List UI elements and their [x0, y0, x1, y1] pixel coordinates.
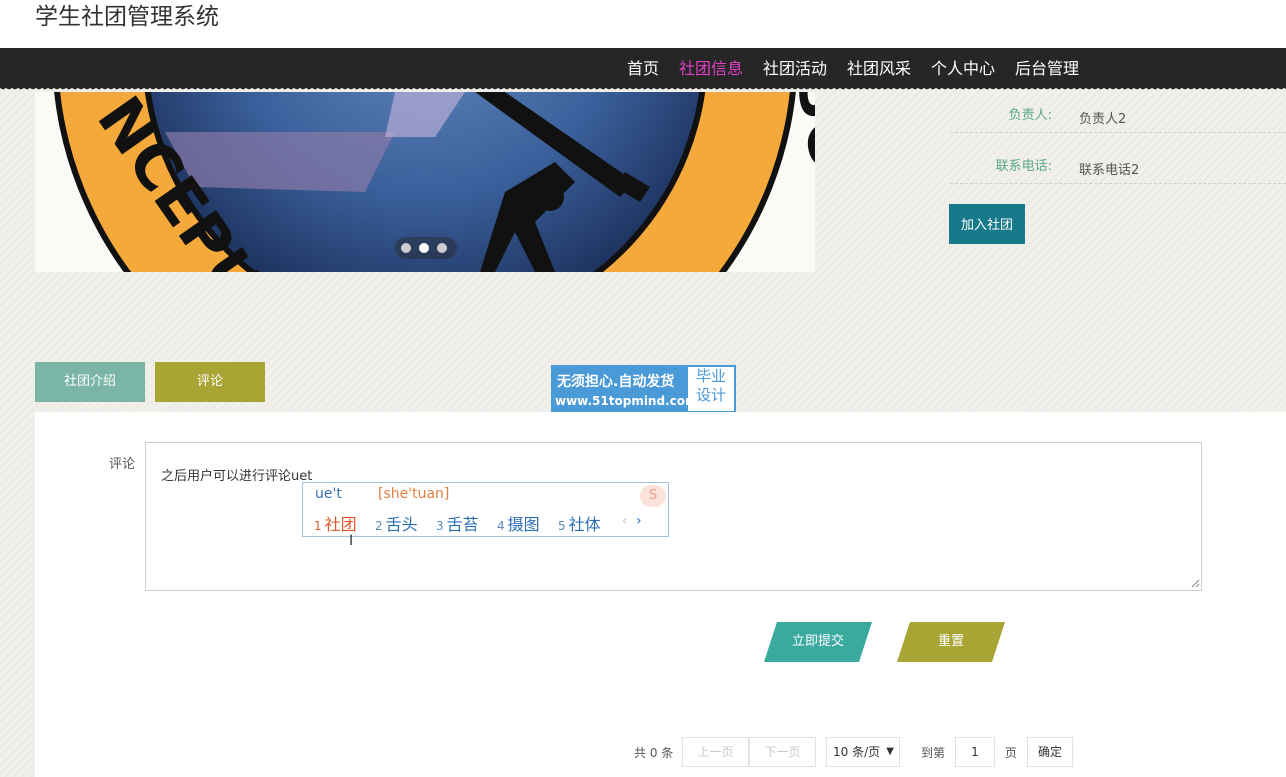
carousel-indicators — [395, 237, 457, 259]
ad-banner[interactable]: 无须担心.自动发货 www.51topmind.com 毕业 设计 — [551, 365, 736, 413]
ime-candidate[interactable]: 1 社团 — [314, 511, 357, 535]
leader-value: 负责人2 — [1079, 112, 1127, 127]
page-number-input[interactable]: 1 — [955, 737, 995, 767]
page-size-select[interactable]: 10 条/页 ▼ — [826, 737, 900, 767]
ime-prev-page-icon[interactable]: ‹ — [622, 513, 628, 529]
divider — [950, 183, 1286, 184]
nav-item-club-activities[interactable]: 社团活动 — [763, 58, 827, 80]
next-page-button[interactable]: 下一页 — [749, 737, 816, 767]
ad-url: www.51topmind.com — [555, 394, 698, 408]
ime-candidate[interactable]: 4 摄图 — [497, 511, 540, 535]
ime-pinyin-hint: [she'tuan] — [378, 486, 450, 502]
nav-item-personal-center[interactable]: 个人中心 — [931, 58, 995, 80]
pagination-total: 共 0 条 — [634, 746, 674, 760]
comment-label: 评论 — [108, 457, 135, 472]
nav-item-home[interactable]: 首页 — [627, 58, 659, 80]
resize-grip-icon[interactable] — [1190, 578, 1200, 588]
join-club-button[interactable]: 加入社团 — [949, 204, 1025, 244]
site-title: 学生社团管理系统 — [35, 4, 219, 30]
goto-confirm-button[interactable]: 确定 — [1027, 737, 1073, 767]
ime-logo-icon: S — [640, 485, 666, 507]
submit-button[interactable]: 立即提交 — [764, 622, 872, 662]
divider — [950, 132, 1286, 133]
tab-club-intro[interactable]: 社团介绍 — [35, 362, 145, 402]
ime-next-page-icon[interactable]: › — [636, 513, 642, 529]
leader-label: 负责人: — [1008, 108, 1052, 123]
carousel-dot[interactable] — [437, 243, 447, 253]
prev-page-button[interactable]: 上一页 — [682, 737, 749, 767]
nav-item-admin[interactable]: 后台管理 — [1015, 58, 1079, 80]
text-cursor-icon: I — [349, 533, 354, 549]
page-unit-label: 页 — [1005, 746, 1018, 760]
nav-item-club-showcase[interactable]: 社团风采 — [847, 58, 911, 80]
phone-value: 联系电话2 — [1079, 163, 1140, 178]
nav-item-club-info[interactable]: 社团信息 — [679, 58, 743, 80]
ad-right-block: 毕业 设计 — [688, 367, 734, 411]
ad-right-bottom: 设计 — [695, 386, 726, 404]
phone-label: 联系电话: — [995, 159, 1052, 174]
carousel-dot-active[interactable] — [419, 243, 429, 253]
page-size-value: 10 条/页 — [833, 745, 881, 759]
ad-slogan: 无须担心.自动发货 — [557, 374, 675, 390]
reset-button[interactable]: 重置 — [897, 622, 1005, 662]
ad-right-top: 毕业 — [695, 367, 726, 385]
ime-candidate[interactable]: 5 社体 — [558, 511, 601, 535]
ime-candidate[interactable]: 2 舌头 — [375, 511, 418, 535]
tab-comments[interactable]: 评论 — [155, 362, 265, 402]
goto-label: 到第 — [921, 746, 946, 760]
ad-left-block: 无须担心.自动发货 www.51topmind.com — [552, 366, 698, 412]
ime-composition: ue't — [315, 486, 342, 502]
carousel-dot[interactable] — [401, 243, 411, 253]
ime-candidate[interactable]: 3 舌苔 — [436, 511, 479, 535]
chevron-down-icon: ▼ — [886, 746, 894, 757]
comment-textarea-value: 之后用户可以进行评论uet — [161, 469, 313, 484]
ime-candidate-popup: ue't [she'tuan] S 1 社团 2 舌头 3 舌苔 4 摄图 5 社体 ‹ … — [302, 482, 669, 537]
